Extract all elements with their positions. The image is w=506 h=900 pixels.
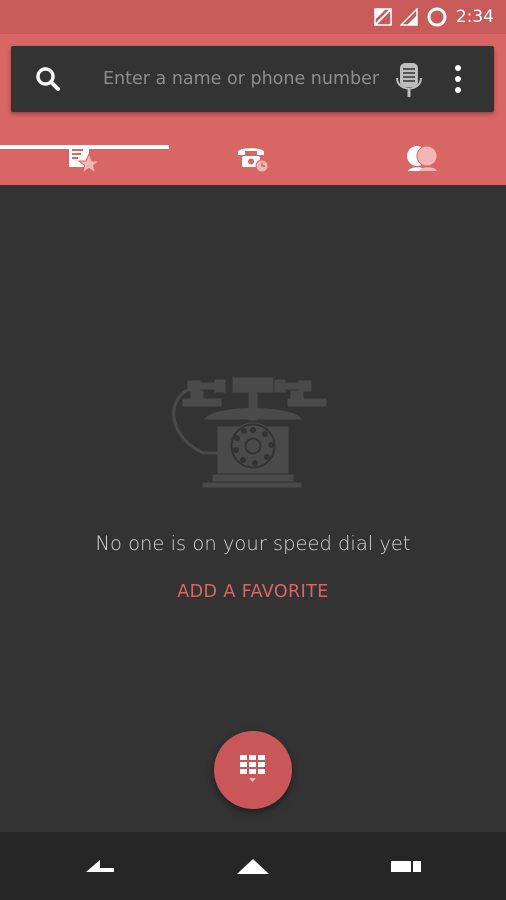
back-icon <box>86 860 114 872</box>
mic-icon[interactable] <box>393 62 425 98</box>
no-sim-icon <box>374 8 392 26</box>
dialpad-icon <box>240 755 265 782</box>
navigation-bar <box>0 832 506 900</box>
tab-bar <box>0 133 506 185</box>
ring-icon <box>427 7 447 27</box>
back-button[interactable] <box>80 852 120 880</box>
search-icon[interactable] <box>35 66 61 92</box>
recent-apps-button[interactable] <box>386 852 426 880</box>
tab-contacts[interactable] <box>337 133 506 185</box>
home-button[interactable] <box>233 852 273 880</box>
signal-icon <box>399 8 418 26</box>
recent-apps-icon <box>391 861 421 872</box>
empty-state-message: No one is on your speed dial yet <box>95 532 411 555</box>
status-bar: 2:34 <box>0 0 506 34</box>
add-favorite-button[interactable]: ADD A FAVORITE <box>0 582 506 602</box>
contacts-people-icon <box>406 145 438 171</box>
rotary-phone-illustration <box>172 377 327 488</box>
dialpad-fab[interactable] <box>214 731 292 809</box>
recents-phone-clock-icon <box>238 148 269 173</box>
search-input[interactable] <box>103 60 393 98</box>
search-bar <box>11 46 494 112</box>
more-vertical-icon[interactable] <box>447 64 469 94</box>
tab-speed-dial[interactable] <box>0 133 169 185</box>
status-icons: 2:34 <box>374 6 494 28</box>
home-icon <box>237 859 269 874</box>
status-time: 2:34 <box>455 7 494 27</box>
tab-recents[interactable] <box>169 133 338 185</box>
tab-indicator <box>0 145 169 149</box>
app-header <box>0 34 506 185</box>
